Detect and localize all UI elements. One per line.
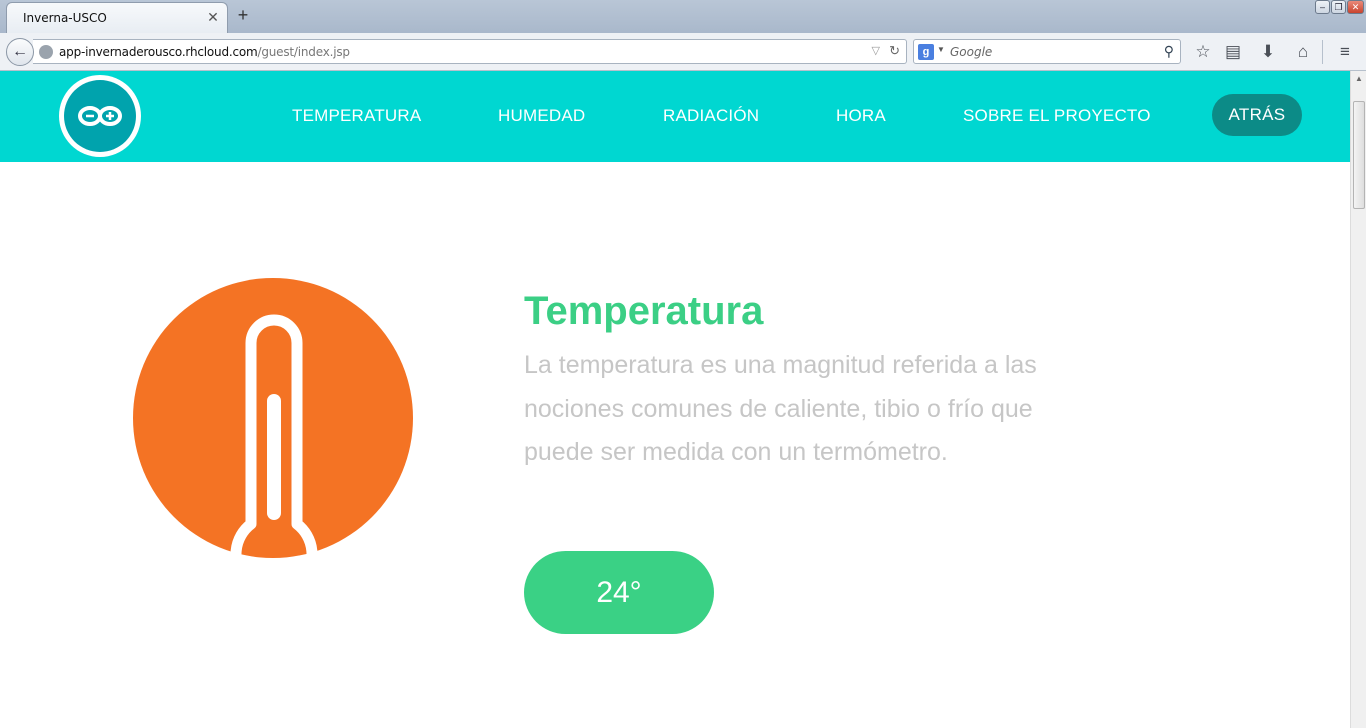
- address-bar[interactable]: app-invernaderousco.rhcloud.com/guest/in…: [33, 39, 907, 64]
- section-description: La temperatura es una magnitud referida …: [524, 351, 1037, 466]
- search-placeholder: Google: [950, 45, 993, 59]
- section-title: Temperatura: [524, 289, 764, 333]
- scrollbar-thumb[interactable]: [1353, 101, 1365, 209]
- arduino-infinity-icon[interactable]: [59, 75, 141, 157]
- thermometer-icon: [230, 314, 318, 598]
- browser-tab[interactable]: Inverna-USCO ✕: [6, 2, 228, 33]
- nav-link-temperatura[interactable]: TEMPERATURA: [292, 106, 421, 126]
- nav-link-radiacion[interactable]: RADIACIÓN: [663, 106, 759, 126]
- search-field[interactable]: g ▼ Google ⚲: [913, 39, 1181, 64]
- tab-close-icon[interactable]: ✕: [205, 9, 221, 26]
- minimize-button[interactable]: –: [1315, 0, 1330, 14]
- page-viewport: TEMPERATURA HUMEDAD RADIACIÓN HORA SOBRE…: [0, 71, 1350, 728]
- thermometer-badge: [133, 278, 413, 598]
- tab-title: Inverna-USCO: [23, 11, 107, 25]
- close-window-button[interactable]: ✕: [1347, 0, 1364, 14]
- clipboard-icon[interactable]: ▤: [1222, 41, 1244, 63]
- search-engine-dropdown-icon[interactable]: ▼: [937, 45, 945, 54]
- google-search-engine-icon[interactable]: g: [918, 44, 934, 60]
- star-icon[interactable]: ☆: [1192, 41, 1214, 63]
- download-arrow-icon[interactable]: ⬇: [1257, 41, 1279, 63]
- temperature-value-button[interactable]: 24°: [524, 551, 714, 634]
- nav-link-sobre-el-proyecto[interactable]: SOBRE EL PROYECTO: [963, 106, 1151, 126]
- globe-icon: [39, 45, 53, 59]
- new-tab-button[interactable]: +: [234, 5, 252, 26]
- toolbar-divider: [1322, 40, 1323, 64]
- restore-button[interactable]: ❐: [1331, 0, 1346, 14]
- url-text: app-invernaderousco.rhcloud.com/guest/in…: [59, 45, 350, 59]
- window-controls: – ❐ ✕: [1315, 0, 1364, 15]
- nav-link-hora[interactable]: HORA: [836, 106, 886, 126]
- browser-tab-strip: Inverna-USCO ✕ + – ❐ ✕: [0, 0, 1366, 33]
- back-nav-button[interactable]: ATRÁS: [1212, 94, 1302, 136]
- nav-link-humedad[interactable]: HUMEDAD: [498, 106, 585, 126]
- browser-navigation-bar: app-invernaderousco.rhcloud.com/guest/in…: [0, 33, 1366, 71]
- url-history-dropdown-icon[interactable]: ▽: [872, 44, 880, 57]
- reload-icon[interactable]: ↻: [889, 43, 900, 59]
- page-scrollbar[interactable]: ▲: [1350, 71, 1366, 728]
- hamburger-menu-icon[interactable]: ≡: [1334, 41, 1356, 63]
- site-header: TEMPERATURA HUMEDAD RADIACIÓN HORA SOBRE…: [0, 71, 1350, 162]
- home-icon[interactable]: ⌂: [1292, 41, 1314, 63]
- scroll-up-arrow-icon[interactable]: ▲: [1351, 71, 1366, 87]
- back-button[interactable]: ←: [6, 38, 34, 66]
- search-icon[interactable]: ⚲: [1164, 43, 1174, 60]
